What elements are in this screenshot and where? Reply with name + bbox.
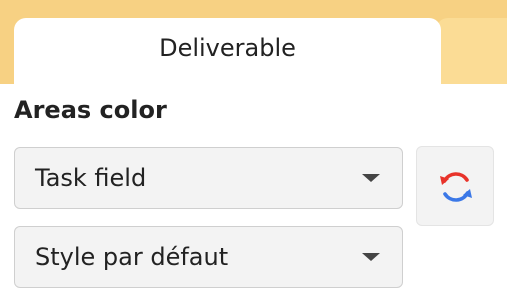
areas-color-panel: Deliverable Areas color Task field Style… — [0, 0, 507, 294]
tab-strip: Deliverable — [0, 0, 507, 84]
style-dropdown[interactable]: Style par défaut — [14, 226, 403, 288]
refresh-button[interactable] — [416, 146, 494, 226]
tab-deliverable-label: Deliverable — [159, 34, 296, 62]
chevron-down-icon — [362, 174, 380, 182]
areas-color-title: Areas color — [14, 96, 167, 124]
style-dropdown-value: Style par défaut — [35, 243, 229, 271]
task-field-dropdown[interactable]: Task field — [14, 147, 403, 209]
tab-deliverable[interactable]: Deliverable — [14, 18, 441, 84]
chevron-down-icon — [362, 253, 380, 261]
refresh-icon — [440, 172, 472, 202]
task-field-dropdown-value: Task field — [35, 164, 147, 192]
tab-secondary[interactable] — [436, 18, 507, 84]
